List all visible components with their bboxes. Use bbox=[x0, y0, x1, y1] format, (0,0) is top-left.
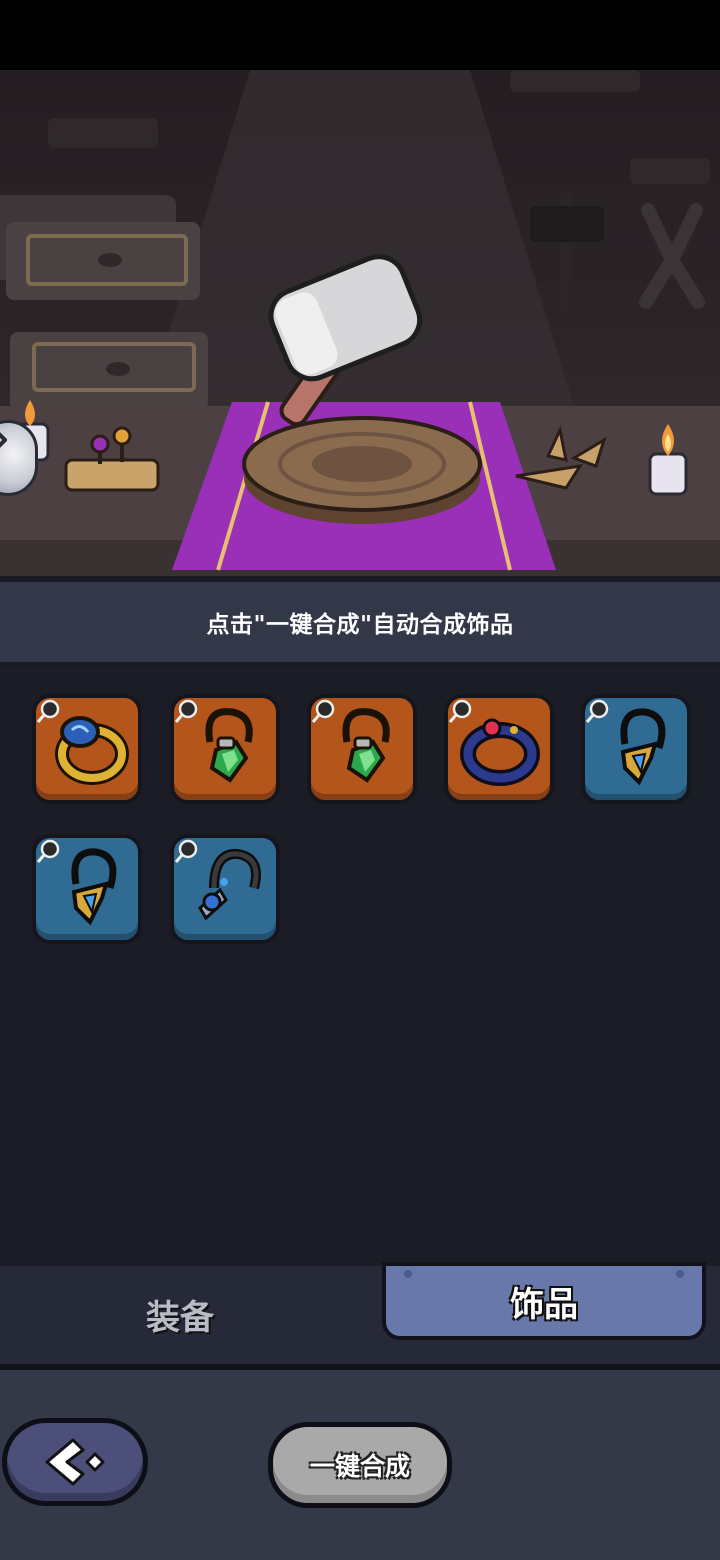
forge-illustration bbox=[0, 70, 720, 576]
item-slot-4[interactable] bbox=[444, 694, 554, 804]
item-slot-1[interactable] bbox=[32, 694, 142, 804]
bottom-action-bar: 一键合成 bbox=[0, 1370, 720, 1560]
magnify-icon bbox=[36, 839, 60, 863]
magnify-icon bbox=[36, 699, 60, 723]
magnify-icon bbox=[174, 699, 198, 723]
item-slot-2[interactable] bbox=[170, 694, 280, 804]
magnify-icon bbox=[448, 699, 472, 723]
item-slot-6[interactable] bbox=[32, 834, 142, 944]
back-button[interactable] bbox=[2, 1418, 148, 1506]
back-arrow-icon bbox=[45, 1438, 105, 1486]
tab-equipment[interactable]: 装备 bbox=[0, 1266, 360, 1362]
item-slot-3[interactable] bbox=[307, 694, 417, 804]
magnify-icon bbox=[585, 699, 609, 723]
accessory-grid bbox=[0, 668, 720, 1266]
synthesize-label: 一键合成 bbox=[309, 1452, 410, 1481]
item-slot-7[interactable] bbox=[170, 834, 280, 944]
double-chevron-right-icon bbox=[0, 432, 7, 448]
item-slot-5[interactable] bbox=[581, 694, 691, 804]
one-click-synthesize-button[interactable]: 一键合成 bbox=[268, 1422, 452, 1508]
status-bar bbox=[0, 0, 720, 70]
hint-banner: 点击"一键合成"自动合成饰品 bbox=[0, 576, 720, 668]
magnify-icon bbox=[174, 839, 198, 863]
tab-accessory[interactable]: 饰品 bbox=[382, 1262, 706, 1340]
forge-scene bbox=[0, 70, 720, 576]
category-tabs: 装备 饰品 bbox=[0, 1262, 720, 1370]
hint-text: 点击"一键合成"自动合成饰品 bbox=[206, 612, 514, 638]
magnify-icon bbox=[311, 699, 335, 723]
